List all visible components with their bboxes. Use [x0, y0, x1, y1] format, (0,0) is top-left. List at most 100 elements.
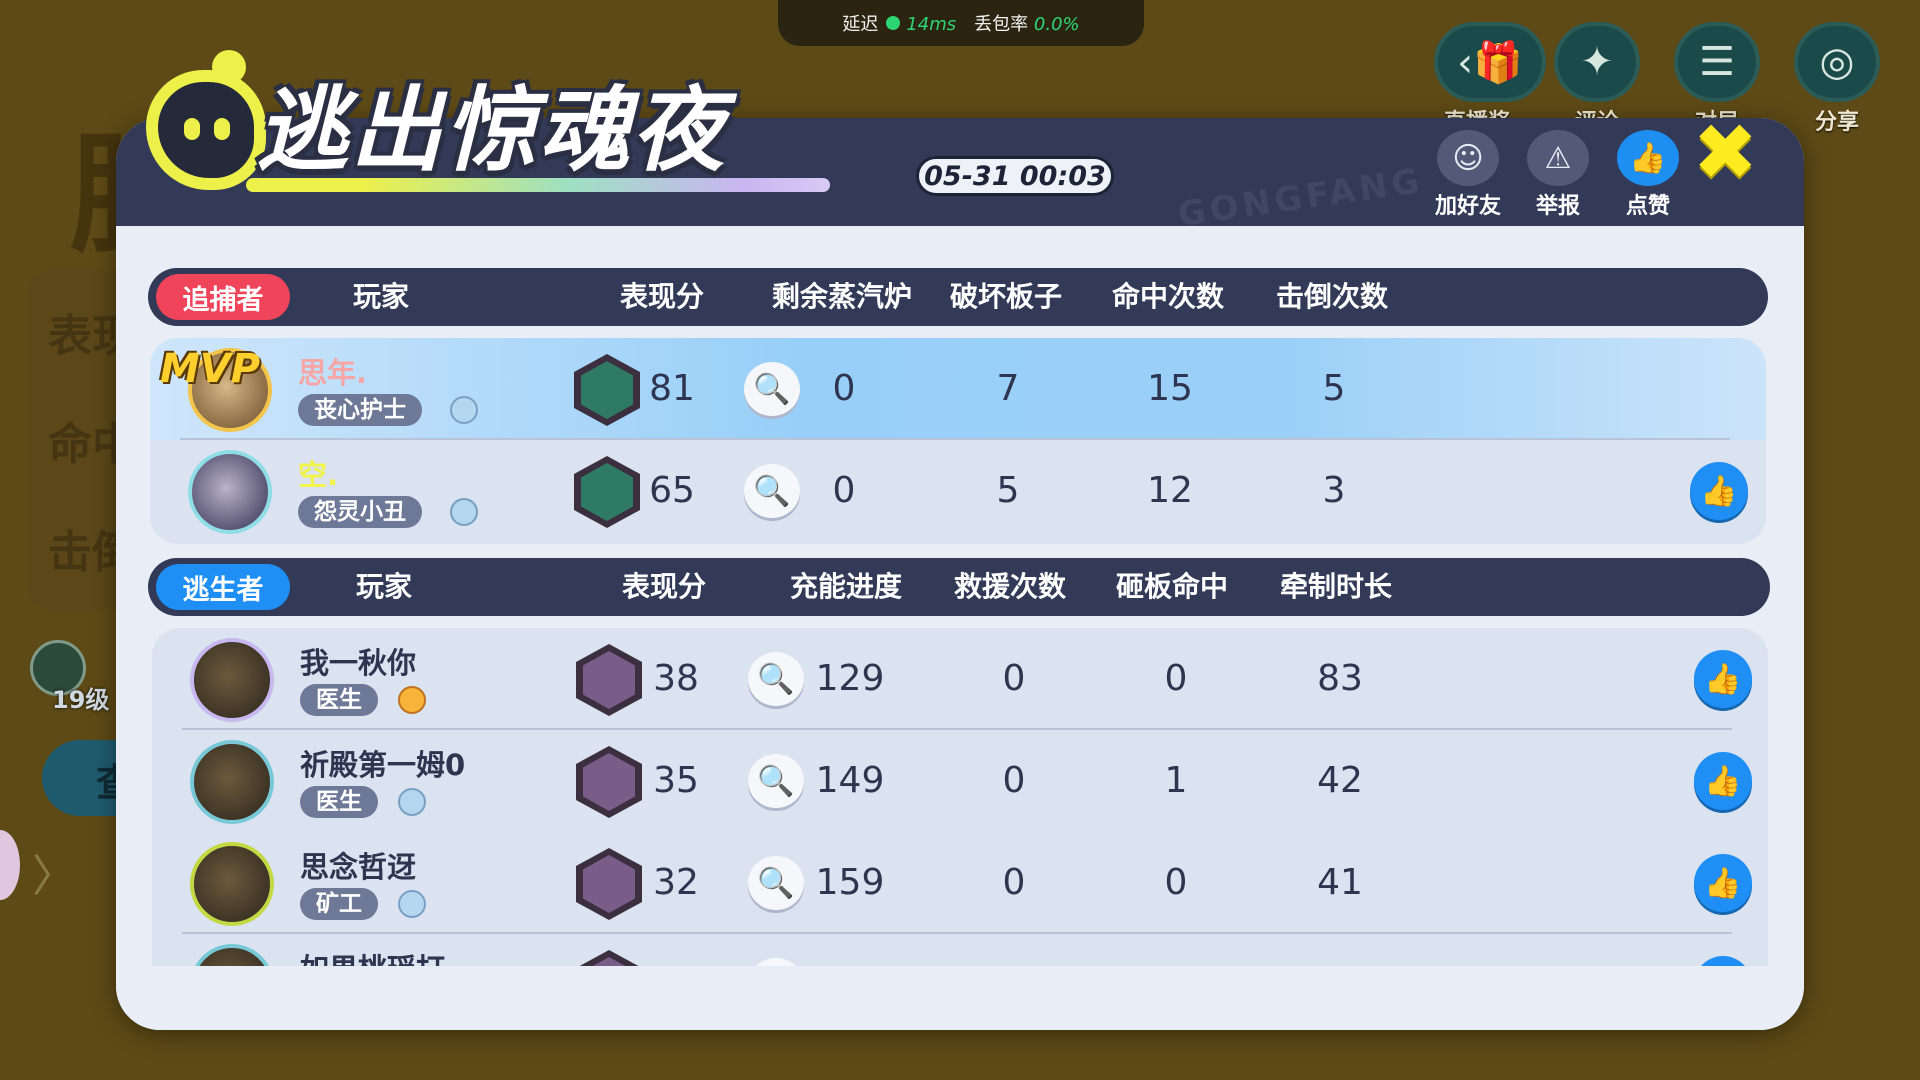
table-row: 祈殿第一姆0 医生 35 🔍 149 0 1 42 👍: [152, 730, 1768, 832]
match-result-panel: GONGFANG 05-31 00:03 ☺ 加好友 ⚠ 举报 👍 点赞 ✖ 追…: [116, 118, 1804, 1030]
survivors-col-player: 玩家: [355, 570, 413, 603]
rank-gem-icon: [398, 890, 426, 918]
hunters-header: 追捕者 玩家 表现分 剩余蒸汽炉 破坏板子 命中次数 击倒次数: [148, 268, 1768, 326]
game-logo: 逃出惊魂夜: [146, 50, 846, 210]
like-button[interactable]: 👍: [1694, 854, 1752, 912]
add-friend-button[interactable]: ☺ 加好友: [1432, 130, 1504, 220]
boards-value: 5: [996, 470, 1020, 511]
score-value: 35: [653, 760, 699, 801]
board-hits-value: 0: [1164, 862, 1188, 903]
header-watermark: GONGFANG: [1175, 160, 1426, 236]
search-icon[interactable]: 🔍: [744, 362, 800, 416]
hunters-table: MVP 思年. 丧心护士 81 🔍 0 7 15 5 空. 怨灵小丑 65 🔍 …: [150, 338, 1766, 544]
character-tag: 怨灵小丑: [298, 496, 422, 528]
character-portrait-icon: [576, 644, 642, 716]
character-portrait-icon: [576, 848, 642, 920]
character-tag: 丧心护士: [298, 394, 422, 426]
hunters-col-generators: 剩余蒸汽炉: [771, 280, 913, 313]
rescues-value: 0: [1002, 760, 1026, 801]
score-value: 65: [649, 470, 695, 511]
game-title: 逃出惊魂夜: [256, 77, 727, 184]
avatar[interactable]: [190, 740, 274, 824]
thumbs-up-icon: 👍: [1700, 473, 1738, 509]
table-row: 空. 怨灵小丑 65 🔍 0 5 12 3 👍: [150, 440, 1766, 542]
like-button[interactable]: 👍: [1694, 650, 1752, 708]
like-all-button[interactable]: 👍 点赞: [1612, 130, 1684, 220]
character-portrait-icon: [574, 456, 640, 528]
knockdowns-value: 5: [1322, 368, 1346, 409]
latency-dot-icon: [886, 16, 901, 30]
search-icon[interactable]: 🔍: [748, 856, 804, 910]
star-icon: ✦: [1554, 22, 1640, 102]
table-row: MVP 思年. 丧心护士 81 🔍 0 7 15 5: [150, 338, 1766, 440]
header-actions: ☺ 加好友 ⚠ 举报 👍 点赞: [1432, 130, 1684, 220]
charge-value: 159: [815, 862, 885, 903]
hunters-role-tab: 追捕者: [156, 274, 290, 320]
warning-icon: ⚠: [1527, 130, 1589, 186]
score-value: 38: [653, 658, 699, 699]
avatar[interactable]: [190, 638, 274, 722]
character-portrait-icon: [576, 746, 642, 818]
survivors-col-charge: 充能进度: [789, 570, 903, 603]
mvp-badge: MVP: [160, 346, 261, 392]
player-name: 思念哲迓: [300, 850, 417, 884]
character-tag: 矿工: [300, 888, 378, 920]
kite-time-value: 41: [1317, 862, 1363, 903]
survivors-col-kite-time: 牵制时长: [1279, 570, 1393, 603]
hits-value: 12: [1147, 470, 1193, 511]
thumbs-up-icon: 👍: [1704, 763, 1742, 799]
close-icon[interactable]: ✖: [1693, 118, 1758, 198]
avatar[interactable]: [188, 450, 272, 534]
like-button[interactable]: 👍: [1690, 462, 1748, 520]
rescues-value: 0: [1002, 862, 1026, 903]
survivors-col-score: 表现分: [621, 570, 707, 603]
match-timestamp: 05-31 00:03: [916, 156, 1114, 196]
player-name: 祈殿第一姆0: [300, 748, 466, 782]
search-icon[interactable]: 🔍: [744, 464, 800, 518]
packet-loss-label: 丢包率: [974, 14, 1029, 35]
level-badge: 19级: [30, 640, 120, 714]
score-value: 81: [649, 368, 695, 409]
boards-value: 7: [996, 368, 1020, 409]
latency-value: 14ms: [906, 14, 957, 35]
share-button[interactable]: ◎ 分享: [1794, 22, 1880, 168]
generators-value: 0: [832, 368, 856, 409]
survivors-col-rescues: 救援次数: [953, 570, 1067, 603]
player-name: 我一秋你: [300, 646, 417, 680]
character-portrait-icon: [574, 354, 640, 426]
camera-icon: ◎: [1794, 22, 1880, 102]
title-underline: [246, 178, 830, 192]
survivors-header: 逃生者 玩家 表现分 充能进度 救援次数 砸板命中 牵制时长: [148, 558, 1770, 616]
table-row: 我一秋你 医生 38 🔍 129 0 0 83 👍: [152, 628, 1768, 730]
latency-label: 延迟: [842, 14, 879, 35]
hunters-col-boards: 破坏板子: [949, 280, 1063, 313]
avatar[interactable]: [190, 842, 274, 926]
report-button[interactable]: ⚠ 举报: [1522, 130, 1594, 220]
hunters-col-score: 表现分: [619, 280, 705, 313]
rescues-value: 0: [1002, 658, 1026, 699]
rank-gem-icon: [450, 498, 478, 526]
charge-value: 129: [815, 658, 885, 699]
chevron-right-icon: 〉: [32, 851, 76, 902]
add-friend-icon: ☺: [1437, 130, 1499, 186]
hunters-col-player: 玩家: [352, 280, 410, 313]
level-text: 19级: [52, 686, 110, 714]
network-status-bar: 延迟 14ms 丢包率 0.0%: [778, 0, 1144, 46]
thumbs-up-icon: 👍: [1704, 865, 1742, 901]
search-icon[interactable]: 🔍: [748, 754, 804, 808]
hunters-col-hits: 命中次数: [1111, 280, 1225, 313]
list-icon: ☰: [1674, 22, 1760, 102]
board-hits-value: 0: [1164, 658, 1188, 699]
score-value: 32: [653, 862, 699, 903]
character-tag: 医生: [300, 786, 378, 818]
background-orb: [0, 830, 20, 900]
board-hits-value: 1: [1164, 760, 1188, 801]
kite-time-value: 42: [1317, 760, 1363, 801]
thumbs-up-icon: 👍: [1704, 661, 1742, 697]
like-button[interactable]: 👍: [1694, 752, 1752, 810]
rank-gem-icon: [398, 788, 426, 816]
search-icon[interactable]: 🔍: [748, 652, 804, 706]
player-name: 空.: [298, 458, 339, 492]
list-scroll-clip: [116, 966, 1804, 1030]
charge-value: 149: [815, 760, 885, 801]
